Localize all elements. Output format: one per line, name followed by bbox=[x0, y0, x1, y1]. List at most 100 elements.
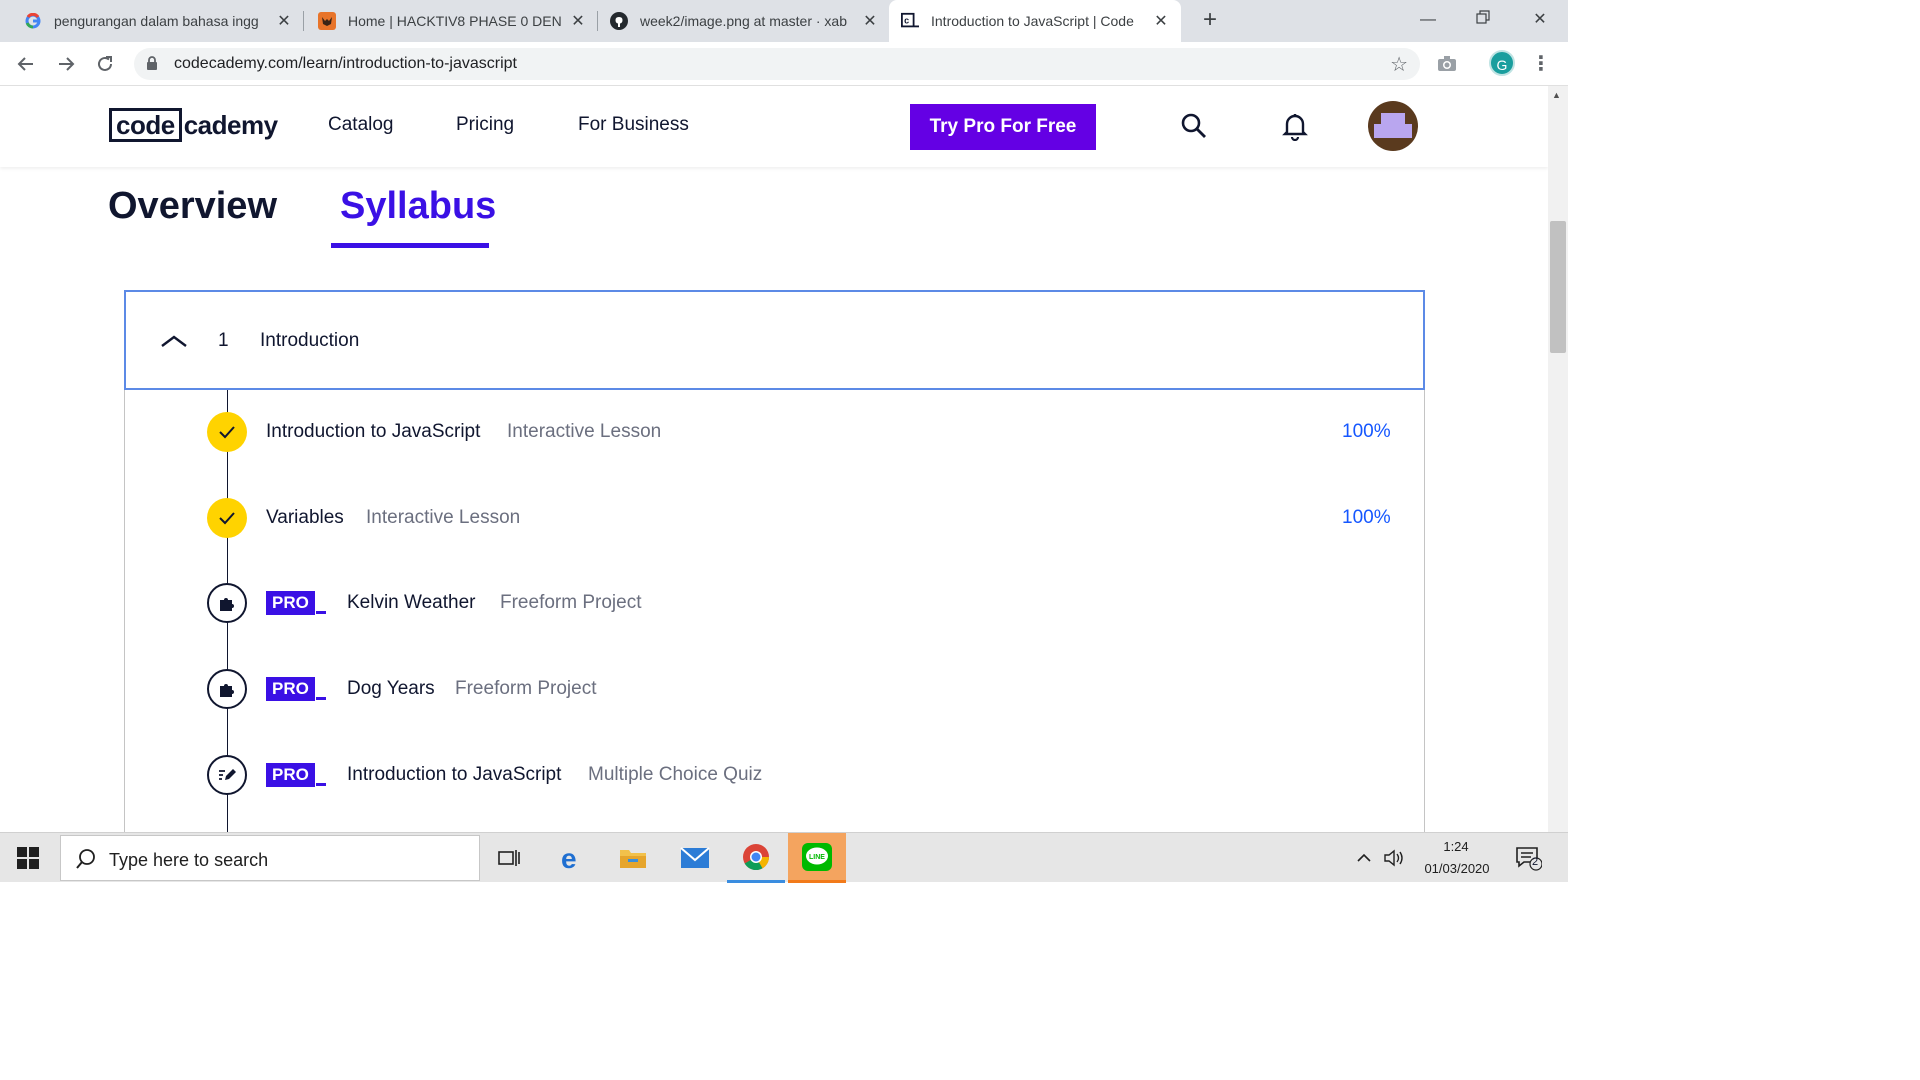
browser-profile-avatar[interactable]: G bbox=[1489, 50, 1515, 76]
scroll-up-arrow-icon[interactable]: ▲ bbox=[1552, 90, 1561, 100]
clock-time[interactable]: 1:24 bbox=[1418, 839, 1494, 854]
avatar-pixel bbox=[1374, 124, 1412, 138]
tab-syllabus[interactable]: Syllabus bbox=[340, 185, 496, 228]
logo-rest-text: cademy bbox=[183, 109, 278, 140]
check-icon bbox=[207, 498, 247, 538]
lesson-row[interactable]: PRO Introduction to JavaScript Multiple … bbox=[0, 753, 1548, 797]
search-icon bbox=[75, 848, 97, 875]
google-icon bbox=[24, 12, 42, 30]
task-view-icon[interactable] bbox=[480, 833, 538, 883]
search-icon[interactable] bbox=[1179, 111, 1209, 141]
syllabus-section-header[interactable]: 1 Introduction bbox=[124, 290, 1425, 390]
tab-divider bbox=[597, 11, 598, 31]
course-tabs: Overview Syllabus bbox=[0, 167, 1548, 257]
mail-icon[interactable] bbox=[666, 833, 724, 883]
lesson-title[interactable]: Introduction to JavaScript bbox=[266, 421, 480, 443]
edge-browser-icon[interactable]: e bbox=[543, 833, 601, 883]
page-viewport: code cademy Catalog Pricing For Business … bbox=[0, 86, 1548, 832]
close-icon[interactable]: ✕ bbox=[274, 11, 294, 31]
lesson-type: Interactive Lesson bbox=[507, 421, 662, 442]
avatar-pixel bbox=[1381, 113, 1405, 124]
check-icon bbox=[207, 412, 247, 452]
nav-link-catalog[interactable]: Catalog bbox=[328, 114, 394, 136]
browser-toolbar: codecademy.com/learn/introduction-to-jav… bbox=[0, 42, 1568, 86]
nav-link-pricing[interactable]: Pricing bbox=[456, 114, 514, 136]
section-number: 1 bbox=[218, 330, 229, 351]
page-scrollbar[interactable]: ▲ bbox=[1548, 86, 1568, 832]
bell-icon[interactable] bbox=[1281, 111, 1311, 142]
close-icon[interactable]: ✕ bbox=[860, 11, 880, 31]
site-header: code cademy Catalog Pricing For Business … bbox=[0, 86, 1548, 167]
camera-icon[interactable] bbox=[1433, 50, 1461, 78]
windows-start-icon[interactable] bbox=[17, 847, 39, 869]
taskbar-search-placeholder: Type here to search bbox=[109, 850, 269, 870]
lesson-type: Multiple Choice Quiz bbox=[588, 764, 763, 785]
browser-tab-title: week2/image.png at master · xab bbox=[640, 13, 847, 29]
lock-icon bbox=[146, 56, 158, 76]
chevron-up-icon[interactable] bbox=[159, 326, 189, 356]
tab-overview[interactable]: Overview bbox=[108, 185, 277, 228]
user-avatar[interactable] bbox=[1368, 101, 1418, 151]
windows-taskbar: Type here to search e LINE 1:24 01/03/20… bbox=[0, 832, 1568, 883]
lesson-title[interactable]: Introduction to JavaScript bbox=[347, 764, 561, 786]
chevron-up-icon[interactable] bbox=[1350, 833, 1378, 883]
nav-link-for-business[interactable]: For Business bbox=[578, 114, 689, 136]
lesson-title[interactable]: Variables bbox=[266, 507, 344, 529]
browser-menu-kebab-icon[interactable]: ⋮ bbox=[1527, 50, 1555, 78]
browser-tab-title: Introduction to JavaScript | Code bbox=[931, 13, 1134, 29]
close-icon[interactable]: ✕ bbox=[1151, 11, 1171, 31]
line-app-icon[interactable]: LINE bbox=[788, 833, 846, 883]
close-icon[interactable]: ✕ bbox=[568, 11, 588, 31]
pro-badge: PRO bbox=[266, 591, 315, 615]
notification-count: 2 bbox=[1532, 856, 1539, 868]
close-window-button[interactable]: ✕ bbox=[1520, 6, 1560, 34]
browser-tab-google[interactable]: pengurangan dalam bahasa ingg ✕ bbox=[24, 0, 294, 42]
github-icon bbox=[610, 12, 628, 30]
scrollbar-thumb[interactable] bbox=[1550, 221, 1566, 353]
lesson-row[interactable]: PRO Dog Years Freeform Project bbox=[0, 667, 1548, 711]
file-explorer-icon[interactable] bbox=[604, 833, 662, 883]
pro-badge-underscore bbox=[316, 783, 326, 786]
url-text: codecademy.com/learn/introduction-to-jav… bbox=[174, 55, 517, 72]
taskbar-search-input[interactable]: Type here to search bbox=[60, 835, 480, 881]
forward-arrow-icon[interactable] bbox=[52, 50, 80, 78]
lesson-row[interactable]: Introduction to JavaScript Interactive L… bbox=[0, 410, 1548, 454]
lesson-type: Interactive Lesson bbox=[366, 507, 521, 528]
lesson-type: Freeform Project bbox=[455, 678, 597, 699]
new-tab-button[interactable]: + bbox=[1196, 6, 1224, 34]
pro-badge-underscore bbox=[316, 611, 326, 614]
logo-boxed-text: code bbox=[109, 108, 182, 142]
svg-text:e: e bbox=[561, 845, 577, 871]
back-arrow-icon[interactable] bbox=[12, 50, 40, 78]
browser-tab-hacktiv8[interactable]: Home | HACKTIV8 PHASE 0 DEN ✕ bbox=[318, 0, 588, 42]
section-title: Introduction bbox=[260, 330, 360, 351]
lesson-title[interactable]: Kelvin Weather bbox=[347, 592, 476, 614]
restore-window-button[interactable] bbox=[1463, 6, 1503, 34]
address-bar[interactable]: codecademy.com/learn/introduction-to-jav… bbox=[134, 48, 1420, 80]
notification-center-icon[interactable]: 2 bbox=[1508, 833, 1548, 883]
codecademy-logo[interactable]: code cademy bbox=[109, 108, 278, 142]
tab-divider bbox=[303, 11, 304, 31]
minimize-window-button[interactable]: — bbox=[1408, 6, 1448, 34]
svg-text:LINE: LINE bbox=[809, 854, 825, 861]
reload-icon[interactable] bbox=[91, 50, 119, 78]
lesson-row[interactable]: PRO Kelvin Weather Freeform Project bbox=[0, 581, 1548, 625]
lesson-row[interactable]: Variables Interactive Lesson 100% bbox=[0, 496, 1548, 540]
lesson-title[interactable]: Dog Years bbox=[347, 678, 435, 700]
browser-tab-codecademy[interactable]: c Introduction to JavaScript | Code ✕ bbox=[889, 0, 1181, 42]
pro-badge: PRO bbox=[266, 763, 315, 787]
restore-icon bbox=[1476, 10, 1490, 24]
clock-date[interactable]: 01/03/2020 bbox=[1414, 861, 1500, 876]
chrome-icon[interactable] bbox=[727, 833, 785, 883]
browser-tab-github[interactable]: week2/image.png at master · xab ✕ bbox=[610, 0, 880, 42]
browser-tab-title: Home | HACKTIV8 PHASE 0 DEN bbox=[348, 13, 562, 29]
active-tab-underline bbox=[331, 243, 489, 248]
svg-text:c: c bbox=[904, 16, 909, 26]
quiz-pencil-icon bbox=[207, 755, 247, 795]
volume-icon[interactable] bbox=[1380, 833, 1408, 883]
browser-tab-title: pengurangan dalam bahasa ingg bbox=[54, 13, 259, 29]
puzzle-icon bbox=[207, 583, 247, 623]
lesson-type: Freeform Project bbox=[500, 592, 642, 613]
bookmark-star-icon[interactable]: ☆ bbox=[1390, 52, 1408, 77]
try-pro-button[interactable]: Try Pro For Free bbox=[910, 104, 1096, 150]
